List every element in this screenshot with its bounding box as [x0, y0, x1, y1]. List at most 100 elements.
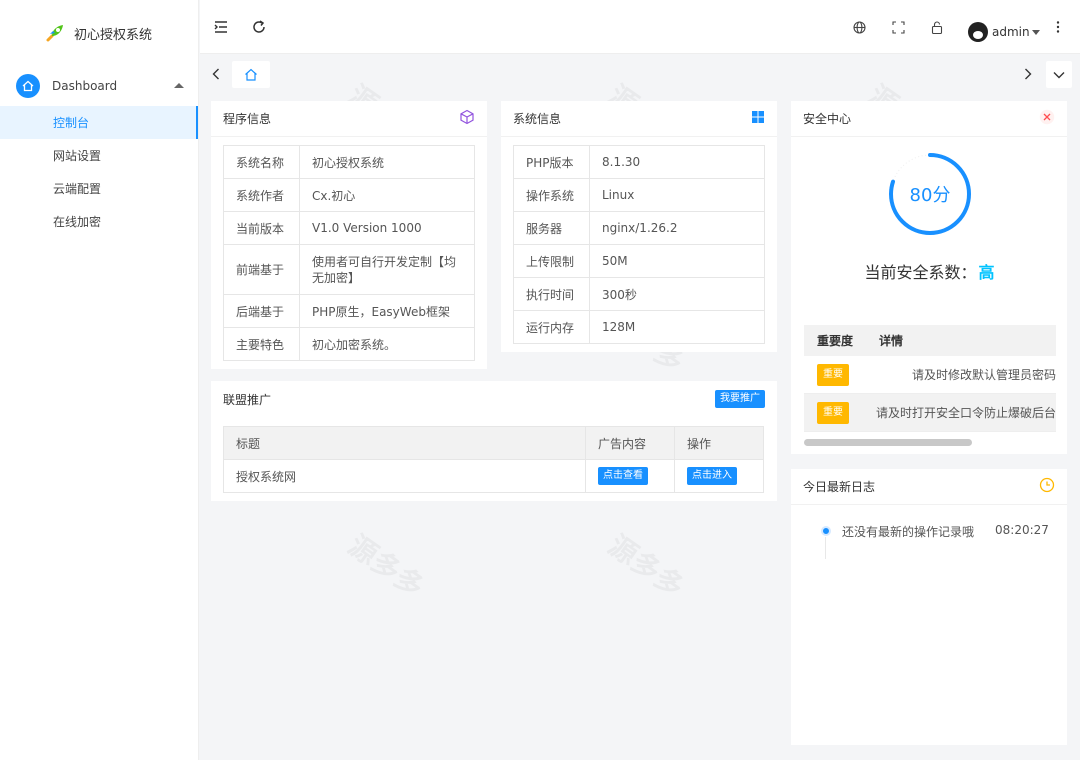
alliance-row-title: 授权系统网	[223, 459, 586, 493]
windows-icon	[751, 110, 765, 127]
info-key: 前端基于	[223, 244, 300, 295]
security-header: 安全中心	[791, 101, 1067, 137]
system-info-table: PHP版本 8.1.30 操作系统 Linux 服务器 nginx/1.26.2 上传…	[513, 145, 765, 344]
sidebar-item-cloud-config[interactable]: 云端配置	[0, 172, 198, 205]
more-icon[interactable]	[1056, 19, 1060, 35]
info-key: 运行内存	[513, 310, 590, 344]
home-icon	[245, 68, 257, 81]
table-row: 主要特色 初心加密系统。	[223, 327, 475, 361]
sidebar-item-site-settings[interactable]: 网站设置	[0, 139, 198, 172]
chevron-down-icon	[1031, 29, 1040, 35]
table-row: 重要 请及时打开安全口令防止爆破后台	[804, 394, 1056, 432]
rocket-icon	[44, 22, 66, 44]
info-value: Linux	[589, 178, 765, 212]
table-row: 执行时间 300秒	[513, 277, 765, 311]
table-row: 系统作者 Cx.初心	[223, 178, 475, 212]
cube-icon	[459, 109, 475, 128]
info-value: 8.1.30	[589, 145, 765, 179]
lock-icon[interactable]	[931, 19, 943, 35]
fullscreen-icon[interactable]	[892, 19, 905, 35]
table-row: PHP版本 8.1.30	[513, 145, 765, 179]
tab-home[interactable]	[232, 61, 270, 88]
security-level-text: 当前安全系数：高	[791, 259, 1067, 283]
menu-dashboard[interactable]: Dashboard	[0, 66, 198, 106]
column-header: 操作	[674, 426, 764, 460]
importance-badge: 重要	[817, 401, 849, 424]
user-menu[interactable]: admin	[968, 22, 1040, 42]
info-value: nginx/1.26.2	[589, 211, 765, 245]
info-key: 主要特色	[223, 327, 300, 361]
sidebar-item-online-encrypt[interactable]: 在线加密	[0, 205, 198, 238]
info-key: 服务器	[513, 211, 590, 245]
info-value: 初心授权系统	[299, 145, 475, 179]
table-row: 授权系统网 点击查看 点击进入	[223, 459, 764, 493]
system-info-card: 系统信息 PHP版本 8.1.30 操作系统 Linux 服务器 nginx/1.26…	[501, 101, 777, 352]
sidebar-item-console[interactable]: 控制台	[0, 106, 198, 139]
username: admin	[992, 25, 1030, 39]
timeline-line	[825, 537, 826, 559]
alliance-table: 标题 广告内容 操作 授权系统网 点击查看 点击进入	[223, 426, 764, 493]
chevron-right-icon[interactable]	[1024, 68, 1032, 83]
column-header: 广告内容	[585, 426, 675, 460]
alliance-title: 联盟推广	[223, 392, 272, 407]
risk-table: 重要度 详情 重要 请及时修改默认管理员密码 重要 请及时打开安全口令防止爆破后…	[804, 325, 1056, 449]
app-title: 初心授权系统	[74, 27, 153, 43]
info-key: 当前版本	[223, 211, 300, 245]
chevron-left-icon[interactable]	[212, 68, 220, 83]
home-icon	[16, 74, 40, 98]
program-info-card: 程序信息 系统名称 初心授权系统 系统作者 Cx.初心 当前版本 V1.0 Versi…	[211, 101, 487, 369]
program-info-header: 程序信息	[211, 101, 487, 137]
info-value: 50M	[589, 244, 765, 278]
log-text: 还没有最新的操作记录哦	[842, 525, 975, 539]
table-row: 系统名称 初心授权系统	[223, 145, 475, 179]
system-info-header: 系统信息	[501, 101, 777, 137]
log-card: 今日最新日志 还没有最新的操作记录哦 08:20:27	[791, 469, 1067, 745]
logo[interactable]: 初心授权系统	[0, 0, 198, 66]
log-header: 今日最新日志	[791, 469, 1067, 505]
tab-bar	[200, 55, 1080, 93]
info-value: Cx.初心	[299, 178, 475, 212]
menu-dashboard-label: Dashboard	[52, 79, 118, 93]
info-key: 操作系统	[513, 178, 590, 212]
timeline-dot	[821, 526, 831, 536]
table-row: 操作系统 Linux	[513, 178, 765, 212]
menu-fold-icon[interactable]	[214, 19, 228, 35]
table-row: 后端基于 PHP原生，EasyWeb框架	[223, 294, 475, 328]
info-key: 执行时间	[513, 277, 590, 311]
info-value: 初心加密系统。	[299, 327, 475, 361]
security-gauge: 80分	[887, 151, 973, 237]
view-button[interactable]: 点击查看	[598, 467, 648, 485]
program-info-title: 程序信息	[223, 112, 272, 126]
column-header: 标题	[223, 426, 586, 460]
table-header-row: 标题 广告内容 操作	[223, 426, 764, 460]
watermark: 源多多	[341, 525, 433, 606]
clock-icon	[1039, 477, 1055, 496]
system-info-title: 系统信息	[513, 112, 562, 126]
chevron-up-icon	[174, 83, 184, 88]
log-time: 08:20:27	[995, 523, 1049, 537]
risk-table-header: 重要度 详情	[804, 325, 1056, 356]
promote-button[interactable]: 我要推广	[715, 390, 765, 408]
table-row: 服务器 nginx/1.26.2	[513, 211, 765, 245]
chevron-down-icon	[1053, 71, 1065, 78]
risk-detail: 请及时打开安全口令防止爆破后台	[875, 406, 1056, 420]
alliance-card: 联盟推广 我要推广 标题 广告内容 操作 授权系统网 点击查看 点击进入	[211, 381, 777, 501]
info-value: 使用者可自行开发定制【均无加密】	[299, 244, 475, 295]
info-value: 128M	[589, 310, 765, 344]
refresh-icon[interactable]	[252, 19, 266, 35]
security-card: 安全中心 80分 当前安全系数：高 重要度 详情 重要 请及时修改默认管理员密码…	[791, 101, 1067, 454]
top-header: admin	[200, 0, 1080, 54]
close-icon[interactable]	[1039, 109, 1055, 128]
column-header: 重要度	[817, 334, 854, 348]
security-level-value: 高	[978, 263, 995, 282]
watermark: 源多多	[601, 525, 693, 606]
tab-dropdown[interactable]	[1046, 61, 1072, 88]
horizontal-scrollbar[interactable]	[804, 439, 972, 446]
info-key: PHP版本	[513, 145, 590, 179]
table-row: 前端基于 使用者可自行开发定制【均无加密】	[223, 244, 475, 295]
program-info-table: 系统名称 初心授权系统 系统作者 Cx.初心 当前版本 V1.0 Version 10…	[223, 145, 475, 361]
enter-button[interactable]: 点击进入	[687, 467, 737, 485]
globe-icon[interactable]	[853, 19, 866, 35]
security-score: 80分	[909, 185, 951, 206]
alliance-header: 联盟推广 我要推广	[211, 381, 777, 417]
